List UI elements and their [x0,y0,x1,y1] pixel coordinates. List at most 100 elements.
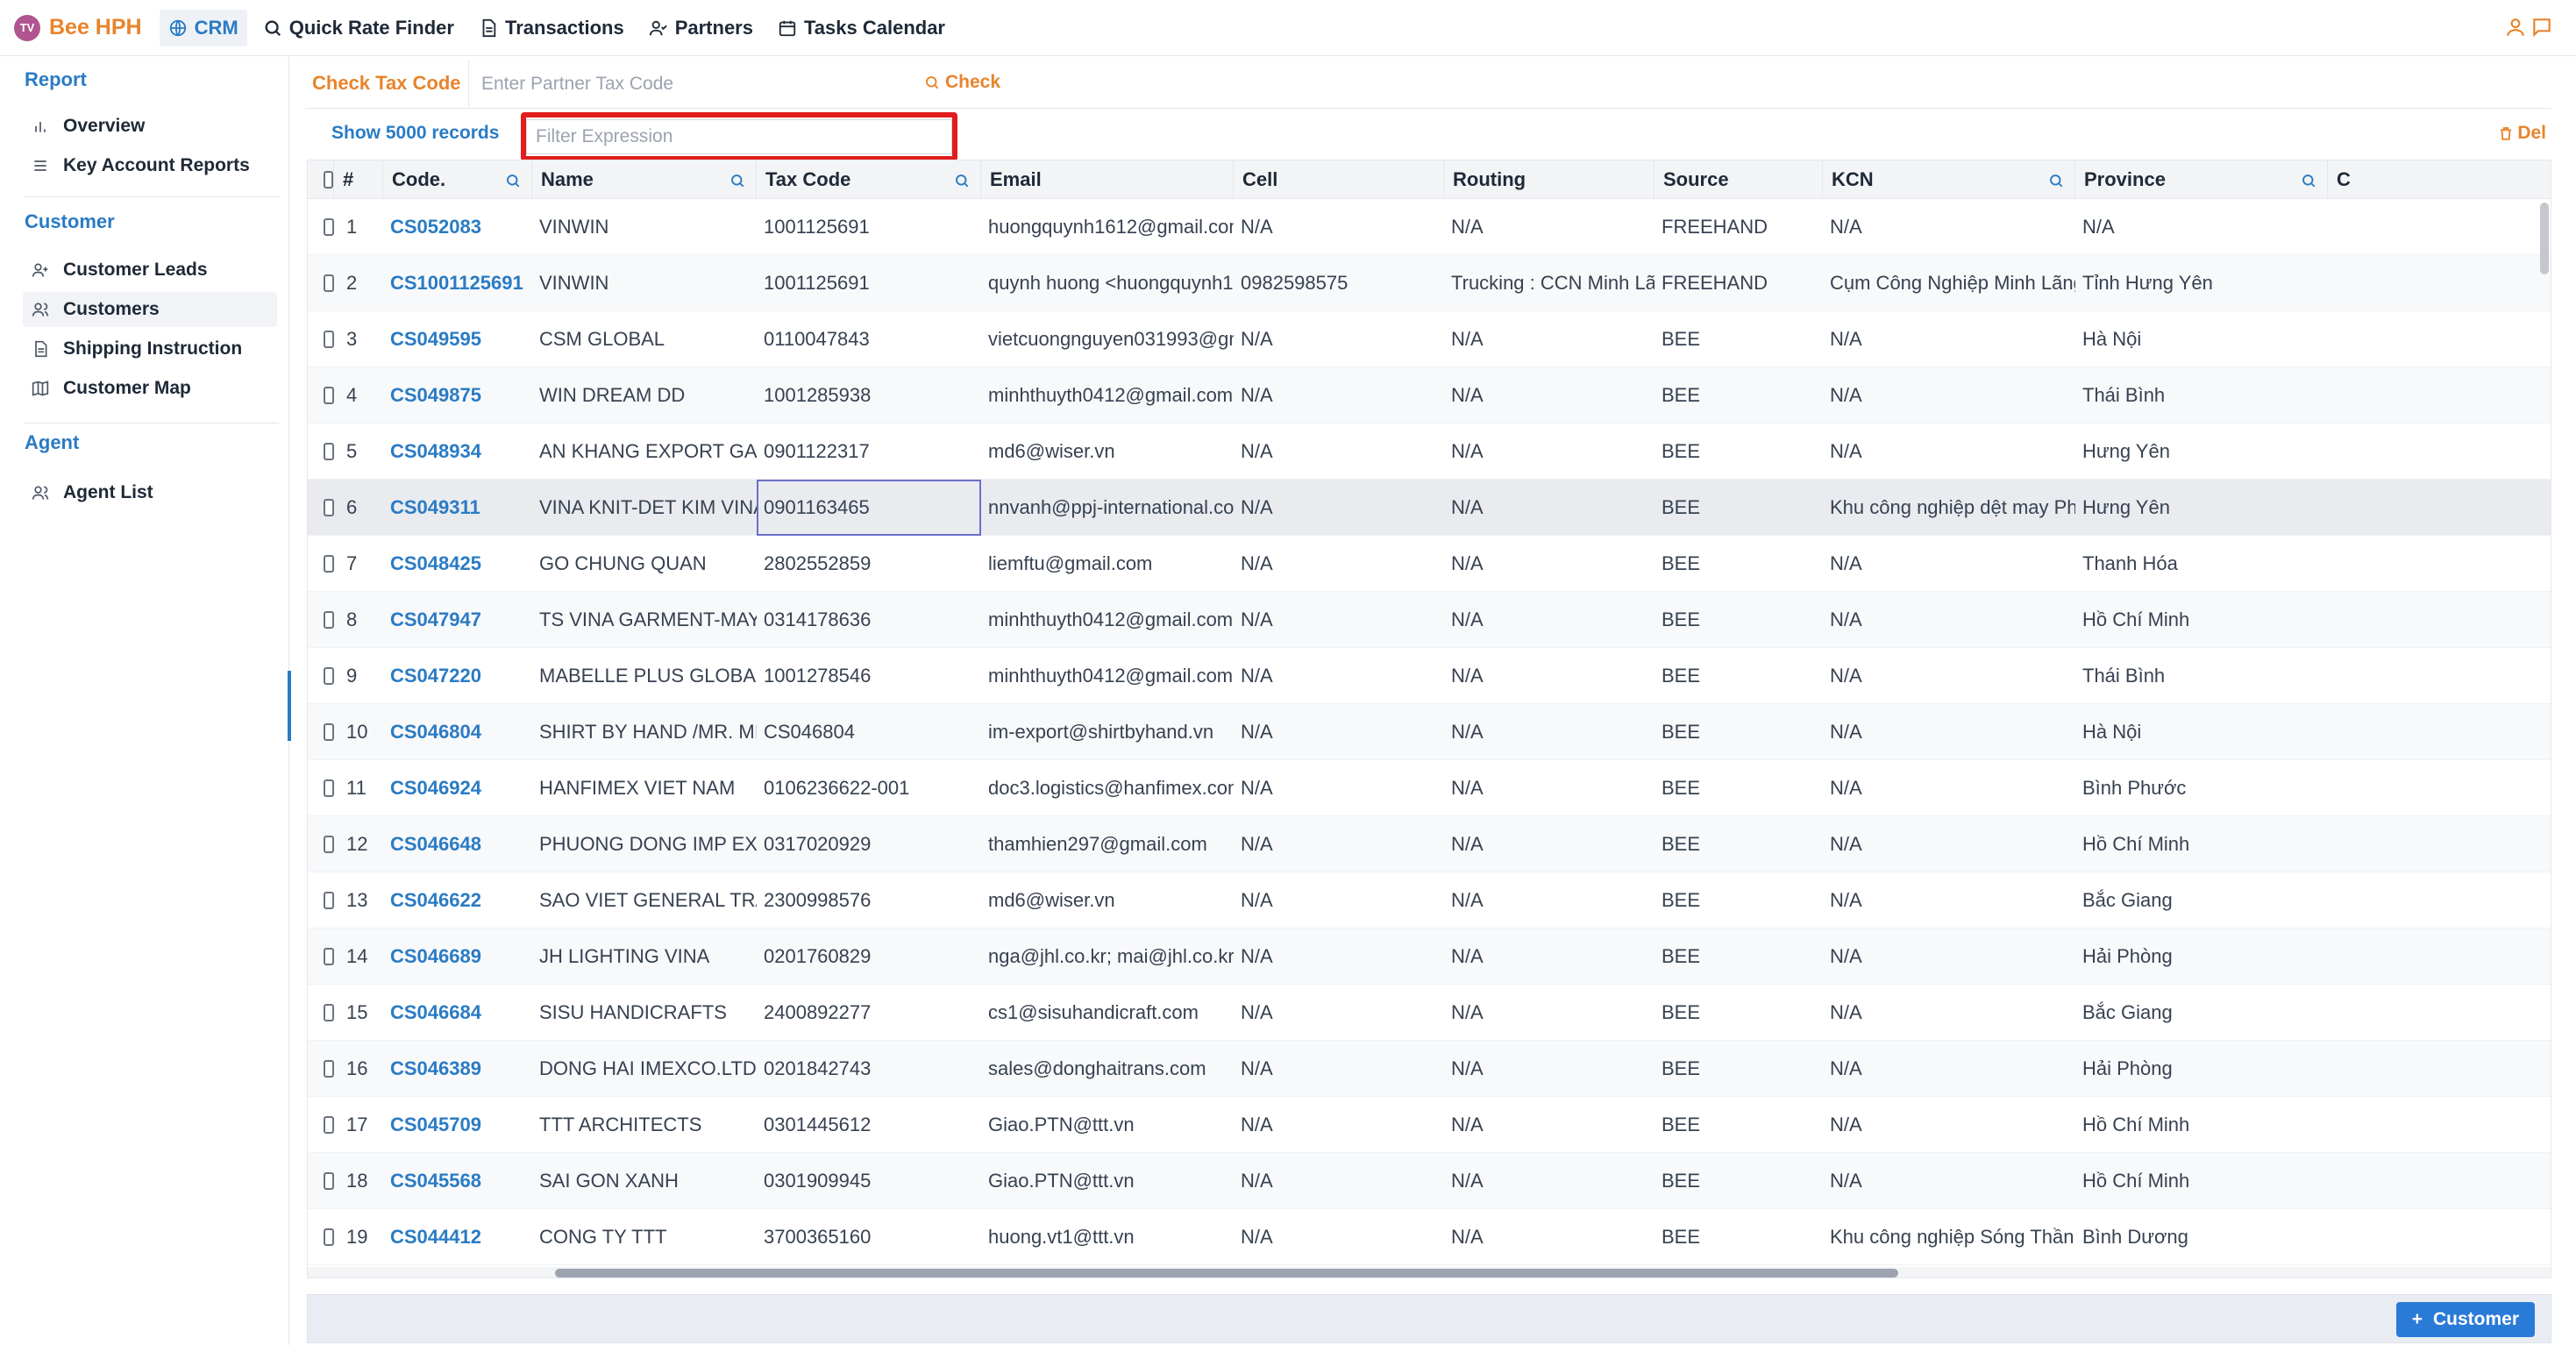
nav-crm[interactable]: CRM [159,9,247,46]
nav-partners[interactable]: Partners [640,10,762,46]
column-header-kcn[interactable]: KCN [1823,160,2075,199]
row-checkbox[interactable] [308,592,334,648]
row-checkbox[interactable] [308,1153,334,1209]
brand[interactable]: TV Bee HPH [14,14,142,41]
row-checkbox[interactable] [308,199,334,255]
checkbox[interactable] [324,1172,334,1190]
table-row[interactable]: 6 CS049311 VINA KNIT-DET KIM VINATEX QT090… [308,480,2551,536]
sidebar-item-customer-map[interactable]: Customer Map [23,371,277,406]
table-row[interactable]: 14 CS046689 JH LIGHTING VINA 0201760829 nga@… [308,929,2551,985]
table-row[interactable]: 9 CS047220 MABELLE PLUS GLOBAL VINA 1001278… [308,648,2551,704]
checkbox[interactable] [324,836,334,853]
column-header-cell[interactable]: Cell [1234,160,1444,199]
table-row[interactable]: 17 CS045709 TTT ARCHITECTS 0301445612 Giao.P… [308,1097,2551,1153]
chat-icon[interactable] [2530,16,2553,39]
checkbox[interactable] [324,331,334,348]
table-row[interactable]: 11 CS046924 HANFIMEX VIET NAM 0106236622-00… [308,760,2551,816]
cell-code[interactable]: CS049311 [383,480,532,536]
cell-code[interactable]: CS044412 [383,1209,532,1265]
table-row[interactable]: 13 CS046622 SAO VIET GENERAL TRADING-TONG … [308,872,2551,929]
checkbox[interactable] [324,779,334,797]
filter-expression-input[interactable] [526,119,952,154]
checkbox[interactable] [324,274,334,292]
check-button[interactable]: Check [924,72,1000,93]
checkbox[interactable] [324,892,334,909]
checkbox[interactable] [324,387,334,404]
row-checkbox[interactable] [308,423,334,480]
nav-quick-rate-finder[interactable]: Quick Rate Finder [254,10,463,46]
checkbox[interactable] [324,1228,334,1246]
checkbox[interactable] [324,171,333,189]
checkbox[interactable] [324,1060,334,1078]
table-row[interactable]: 1 CS052083 VINWIN 1001125691 huongquynh1612@… [308,199,2551,255]
horizontal-scrollbar[interactable] [308,1267,2551,1277]
sidebar-item-shipping-instruction[interactable]: Shipping Instruction [23,331,277,366]
row-checkbox[interactable] [308,367,334,423]
nav-tasks-calendar[interactable]: Tasks Calendar [769,10,954,46]
cell-code[interactable]: CS046648 [383,816,532,872]
sidebar-item-key-account-reports[interactable]: Key Account Reports [23,148,277,183]
cell-code[interactable]: CS046924 [383,760,532,816]
row-checkbox[interactable] [308,929,334,985]
table-row[interactable]: 19 CS044412 CONG TY TTT 3700365160 huong.vt1… [308,1209,2551,1265]
column-search-icon[interactable] [2301,171,2316,194]
table-row[interactable]: 18 CS045568 SAI GON XANH 0301909945 Giao.PTN… [308,1153,2551,1209]
table-row[interactable]: 15 CS046684 SISU HANDICRAFTS 2400892277 cs1@… [308,985,2551,1041]
row-checkbox[interactable] [308,816,334,872]
row-checkbox[interactable] [308,1041,334,1097]
show-records-button[interactable]: Show 5000 records [331,123,499,144]
row-checkbox[interactable] [308,872,334,929]
column-search-icon[interactable] [505,171,521,194]
cell-code[interactable]: CS046622 [383,872,532,929]
column-search-icon[interactable] [954,171,970,194]
cell-code[interactable]: CS049595 [383,311,532,367]
column-header-c[interactable]: C [2328,160,2551,199]
column-header-code[interactable]: Code. [383,160,532,199]
cell-code[interactable]: CS049875 [383,367,532,423]
checkbox[interactable] [324,948,334,965]
column-header-routing[interactable]: Routing [1444,160,1654,199]
column-search-icon[interactable] [729,171,745,194]
table-row[interactable]: 8 CS047947 TS VINA GARMENT-MAY MAC TS VINA… [308,592,2551,648]
delete-button[interactable]: Del [2498,123,2546,144]
row-checkbox[interactable] [308,311,334,367]
cell-code[interactable]: CS048425 [383,536,532,592]
checkbox[interactable] [324,499,334,516]
column-header-province[interactable]: Province [2075,160,2328,199]
cell-code[interactable]: CS046804 [383,704,532,760]
cell-code[interactable]: CS046389 [383,1041,532,1097]
sidebar-item-overview[interactable]: Overview [23,109,277,144]
cell-code[interactable]: CS047947 [383,592,532,648]
row-checkbox[interactable] [308,536,334,592]
row-checkbox[interactable] [308,704,334,760]
user-icon[interactable] [2504,16,2527,39]
cell-code[interactable]: CS045568 [383,1153,532,1209]
column-header-source[interactable]: Source [1654,160,1823,199]
table-row[interactable]: 7 CS048425 GO CHUNG QUAN 2802552859 liemftu@… [308,536,2551,592]
cell-code[interactable]: CS1001125691 [383,255,532,311]
cell-code[interactable]: CS046689 [383,929,532,985]
checkbox[interactable] [324,1116,334,1134]
horizontal-scroll-thumb[interactable] [555,1269,1898,1277]
checkbox[interactable] [324,667,334,685]
sidebar-item-customers[interactable]: Customers [23,292,277,327]
column-header-email[interactable]: Email [981,160,1234,199]
checkbox[interactable] [324,555,334,573]
cell-code[interactable]: CS046684 [383,985,532,1041]
cell-code[interactable]: CS045709 [383,1097,532,1153]
checkbox[interactable] [324,723,334,741]
nav-transactions[interactable]: Transactions [470,10,633,46]
table-row[interactable]: 2 CS1001125691 VINWIN 1001125691 quynh huong… [308,255,2551,311]
table-row[interactable]: 3 CS049595 CSM GLOBAL 0110047843 vietcuongng… [308,311,2551,367]
add-customer-button[interactable]: + Customer [2395,1302,2535,1337]
cell-code[interactable]: CS047220 [383,648,532,704]
table-row[interactable]: 12 CS046648 PHUONG DONG IMP EXP-PHAN PHOI … [308,816,2551,872]
table-row[interactable]: 10 CS046804 SHIRT BY HAND /MR. MINH CS04680… [308,704,2551,760]
select-all-checkbox[interactable] [308,160,334,199]
table-row[interactable]: 4 CS049875 WIN DREAM DD 1001285938 minhthuyt… [308,367,2551,423]
row-checkbox[interactable] [308,1097,334,1153]
column-header-n[interactable]: # [334,160,383,199]
sidebar-item-agent-list[interactable]: Agent List [23,475,277,510]
row-checkbox[interactable] [308,255,334,311]
column-search-icon[interactable] [2048,171,2064,194]
